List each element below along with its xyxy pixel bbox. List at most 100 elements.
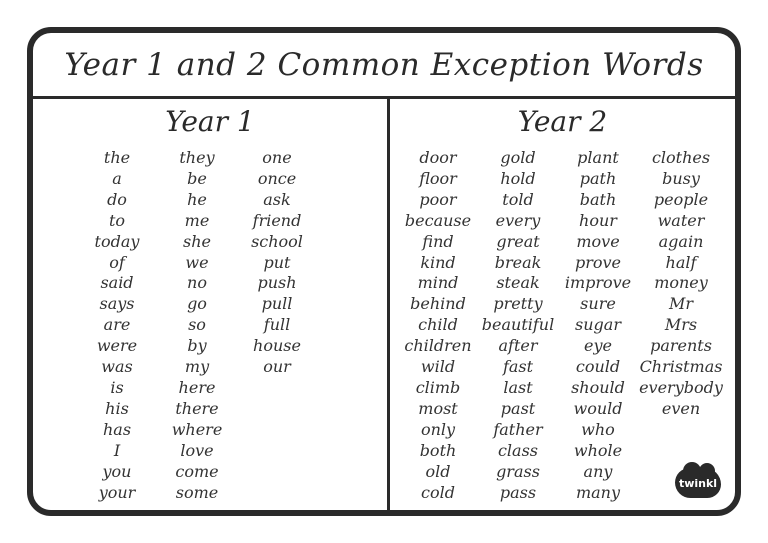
word-item: gold <box>500 148 536 167</box>
word-item: where <box>171 419 223 439</box>
word-item: said <box>100 273 134 293</box>
word-item: find <box>422 231 454 251</box>
word-item: you <box>102 461 132 481</box>
word-item: no <box>187 273 207 293</box>
word-item: put <box>263 252 291 272</box>
word-item: floor <box>419 168 457 188</box>
word-item: bath <box>579 189 617 209</box>
word-item: people <box>653 189 709 209</box>
twinkl-logo-icon: twinkl <box>675 462 721 498</box>
word-item: to <box>108 210 126 230</box>
word-item: sure <box>580 294 616 314</box>
word-item: clothes <box>651 148 711 167</box>
word-item: hour <box>579 210 617 230</box>
year2-column: gold hold told every great break steak pretty be… <box>478 148 558 503</box>
word-item: his <box>105 398 129 418</box>
word-item: last <box>503 377 533 397</box>
word-item: every <box>495 210 541 230</box>
word-item: house <box>253 336 301 356</box>
word-item: only <box>420 419 456 439</box>
word-item: because <box>404 210 472 230</box>
word-item: has <box>102 419 132 439</box>
word-item: Christmas <box>639 357 723 377</box>
word-item: says <box>99 294 135 314</box>
word-item: told <box>502 189 534 209</box>
word-item: full <box>263 315 291 335</box>
word-item: fast <box>502 357 534 377</box>
word-item: pass <box>499 482 537 502</box>
word-item: of <box>109 252 125 272</box>
word-item: our <box>263 357 291 377</box>
word-item: again <box>658 231 704 251</box>
word-item: everybody <box>639 377 723 397</box>
word-item: beautiful <box>481 315 555 335</box>
word-item: money <box>654 273 708 293</box>
word-item: is <box>110 377 124 397</box>
word-item: could <box>575 357 621 377</box>
word-item: father <box>493 419 543 439</box>
word-item: kind <box>420 252 456 272</box>
word-item: today <box>94 231 140 251</box>
word-item: we <box>185 252 209 272</box>
year2-column: clothes busy people water again half money Mr Mr… <box>638 148 724 503</box>
word-item: climb <box>415 377 461 397</box>
word-item: children <box>404 336 472 356</box>
word-item: door <box>419 148 457 167</box>
word-item: great <box>496 231 540 251</box>
word-item: wild <box>420 357 456 377</box>
word-item: pretty <box>493 294 543 314</box>
word-item: he <box>187 189 207 209</box>
word-item: busy <box>662 168 700 188</box>
word-item: both <box>419 440 457 460</box>
word-item: push <box>257 273 297 293</box>
word-item: my <box>184 357 210 377</box>
word-item: was <box>101 357 133 377</box>
word-item: whole <box>573 440 623 460</box>
word-item: behind <box>410 294 466 314</box>
word-item: your <box>98 482 136 502</box>
logo-text: twinkl <box>678 476 718 490</box>
word-item: so <box>188 315 206 335</box>
word-item: most <box>418 398 458 418</box>
word-item: past <box>500 398 536 418</box>
word-item: one <box>262 148 292 167</box>
year2-panel: Year 2 door floor poor because find kind mind b… <box>390 99 735 510</box>
word-item: class <box>497 440 539 460</box>
year1-column: they be he me she we no go so by my here there where l… <box>157 148 237 503</box>
word-item: me <box>184 210 210 230</box>
word-item: school <box>251 231 303 251</box>
word-item: improve <box>564 273 632 293</box>
page-title: Year 1 and 2 Common Exception Words <box>64 46 704 83</box>
word-item: should <box>571 377 625 397</box>
word-item: do <box>107 189 127 209</box>
word-item: I <box>113 440 121 460</box>
word-item: who <box>581 419 615 439</box>
word-item: even <box>661 398 701 418</box>
year1-word-columns: the a do to today of said says are were was is his ha… <box>33 148 387 503</box>
word-item: prove <box>574 252 622 272</box>
word-item: pull <box>261 294 293 314</box>
word-item: once <box>257 168 297 188</box>
word-item: path <box>579 168 617 188</box>
word-item: Mrs <box>664 315 698 335</box>
year1-column: one once ask friend school put push pull full hou… <box>237 148 317 503</box>
year2-word-columns: door floor poor because find kind mind behind ch… <box>390 148 735 503</box>
word-item: a <box>112 168 122 188</box>
word-item: half <box>665 252 697 272</box>
word-item: sugar <box>575 315 621 335</box>
word-item: there <box>175 398 219 418</box>
word-item: would <box>573 398 623 418</box>
year2-heading: Year 2 <box>517 105 608 138</box>
word-item: some <box>175 482 219 502</box>
year2-column: plant path bath hour move prove improve sure sug… <box>558 148 638 503</box>
word-item: old <box>425 461 451 481</box>
word-item: by <box>187 336 207 356</box>
word-item: parents <box>650 336 712 356</box>
word-item: hold <box>500 168 536 188</box>
word-item: water <box>657 210 705 230</box>
word-mat-card: Year 1 and 2 Common Exception Words Year… <box>27 27 741 516</box>
word-item: friend <box>252 210 302 230</box>
word-item: go <box>187 294 207 314</box>
word-item: here <box>178 377 216 397</box>
word-item: poor <box>419 189 457 209</box>
